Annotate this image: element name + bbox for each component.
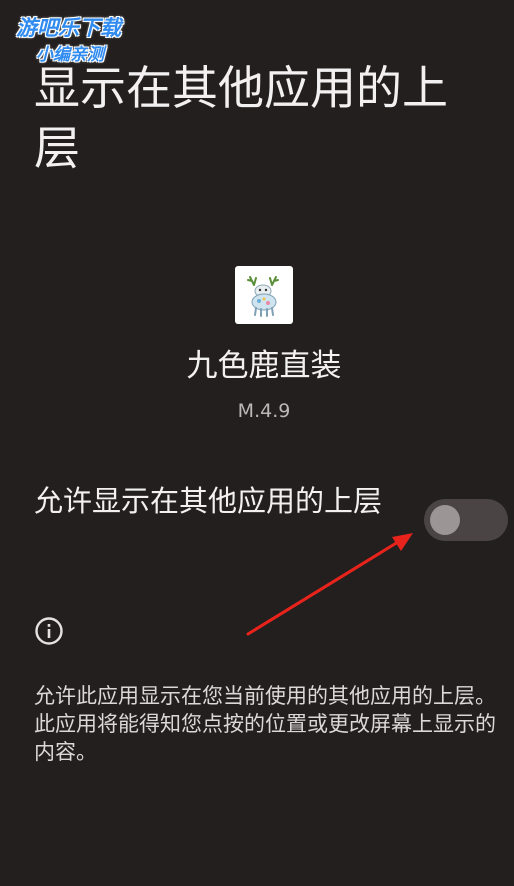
- overlay-permission-screen: 游吧乐下载 小编亲测 显示在其他应用的上层 九色鹿直装 M.4.9 允许显示在其…: [0, 0, 514, 886]
- app-name: 九色鹿直装: [186, 348, 342, 384]
- permission-description: 允许此应用显示在您当前使用的其他应用的上层。此应用将能得知您点按的位置或更改屏幕…: [34, 684, 496, 764]
- watermark-line1: 游吧乐下载: [16, 16, 121, 40]
- app-version: M.4.9: [237, 400, 291, 422]
- page-title: 显示在其他应用的上层: [34, 61, 448, 175]
- toggle-knob: [430, 505, 460, 535]
- info-icon: [34, 616, 64, 646]
- permission-label[interactable]: 允许显示在其他应用的上层: [34, 482, 404, 520]
- deer-app-icon: [235, 266, 293, 324]
- overlay-permission-toggle[interactable]: [424, 499, 508, 541]
